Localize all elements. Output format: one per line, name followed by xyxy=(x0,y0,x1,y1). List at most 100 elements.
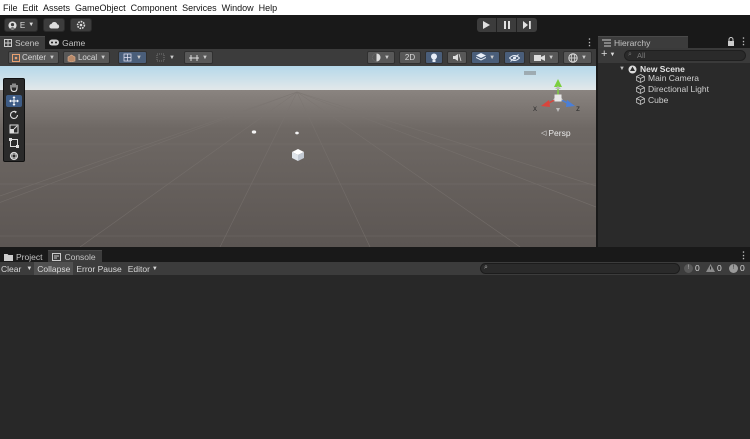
editor-target-dropdown[interactable]: Editor ▼ xyxy=(125,262,161,275)
transform-icon xyxy=(9,151,19,161)
tab-scene-label: Scene xyxy=(15,38,40,48)
gizmos-dropdown[interactable]: ▼ xyxy=(563,51,592,64)
hand-tool-button[interactable] xyxy=(6,81,22,93)
pivot-mode-label: Center xyxy=(22,53,47,62)
chevron-down-icon: ▼ xyxy=(201,54,208,61)
create-dropdown[interactable]: + ▼ xyxy=(601,49,615,60)
gizmo-x-label: x xyxy=(533,104,537,113)
scene-render xyxy=(0,66,596,247)
gameobject-cube-icon xyxy=(636,84,645,94)
draw-mode-dropdown[interactable]: ▼ xyxy=(366,51,395,64)
menu-edit[interactable]: Edit xyxy=(23,3,42,13)
menu-help[interactable]: Help xyxy=(259,3,281,13)
pause-button[interactable] xyxy=(497,18,517,32)
menu-gameobject[interactable]: GameObject xyxy=(75,3,129,13)
tab-game[interactable]: Game xyxy=(45,36,91,49)
hierarchy-panel: Hierarchy ⋮ + ▼ ⌕ All ▼ New Scene Main C… xyxy=(598,35,750,248)
rotate-icon xyxy=(9,110,19,119)
clear-label: Clear xyxy=(1,263,22,274)
tab-project-label: Project xyxy=(16,251,43,262)
chevron-down-icon: ▼ xyxy=(49,54,55,61)
list-icon xyxy=(602,39,611,47)
pivot-space-dropdown[interactable]: Local ▼ xyxy=(62,51,111,64)
increment-snap-button[interactable]: ▼ xyxy=(183,51,213,64)
hierarchy-search-input[interactable]: ⌕ All xyxy=(624,50,746,61)
chevron-down-icon: ▼ xyxy=(26,265,33,272)
audio-icon xyxy=(453,53,462,62)
clear-options-dropdown[interactable]: ▼ xyxy=(24,262,34,275)
toggle-2d-button[interactable]: 2D xyxy=(398,51,422,64)
play-icon xyxy=(483,21,490,29)
menu-services[interactable]: Services xyxy=(182,3,220,13)
hierarchy-item-cube[interactable]: Cube xyxy=(636,95,668,105)
collapse-toggle[interactable]: Collapse xyxy=(34,262,74,275)
step-icon xyxy=(523,21,531,29)
hierarchy-toolbar: + ▼ ⌕ All xyxy=(598,48,750,63)
log-count-toggle[interactable]: ! 0 xyxy=(684,263,700,273)
console-kebab-icon[interactable]: ⋮ xyxy=(739,250,748,260)
rect-transform-icon xyxy=(9,138,19,148)
gameobject-cube-icon xyxy=(636,73,645,83)
warning-count-toggle[interactable]: 0 xyxy=(706,263,722,273)
menu-assets[interactable]: Assets xyxy=(43,3,73,13)
hierarchy-item-main-camera[interactable]: Main Camera xyxy=(636,73,699,83)
snap-settings-button[interactable]: ▼ xyxy=(151,51,180,64)
scale-icon xyxy=(9,124,19,134)
snap-grid-icon xyxy=(156,53,165,62)
pivot-mode-dropdown[interactable]: Center ▼ xyxy=(8,51,59,64)
transform-tool-button[interactable] xyxy=(6,150,22,162)
grid-icon xyxy=(4,39,12,47)
account-dropdown[interactable]: E ▼ xyxy=(4,18,38,32)
scene-kebab-icon[interactable]: ⋮ xyxy=(585,37,594,47)
move-tool-button[interactable] xyxy=(6,95,22,107)
tab-scene[interactable]: Scene xyxy=(0,36,46,49)
expand-arrow-icon[interactable]: ▼ xyxy=(619,66,625,72)
rect-tool-button[interactable] xyxy=(6,137,22,149)
effects-dropdown[interactable]: ▼ xyxy=(471,51,501,64)
chevron-down-icon: ▼ xyxy=(136,54,142,61)
pivot-icon xyxy=(12,53,20,62)
pause-icon xyxy=(503,21,510,29)
console-log-area[interactable] xyxy=(0,275,750,439)
scene-viewport[interactable]: x z ◁ Persp xyxy=(0,66,596,247)
error-count-toggle[interactable]: ! 0 xyxy=(729,263,745,273)
error-count: 0 xyxy=(740,263,745,273)
clear-button[interactable]: Clear xyxy=(0,262,24,275)
menu-component[interactable]: Component xyxy=(131,3,181,13)
search-icon: ⌕ xyxy=(484,264,488,271)
info-icon: ! xyxy=(684,263,693,273)
error-pause-toggle[interactable]: Error Pause xyxy=(73,262,124,275)
tool-palette xyxy=(3,78,25,162)
scene-toolbar: Center ▼ Local ▼ ▼ ▼ ▼ ▼ 2D ▼ ▼ ▼ xyxy=(0,49,596,66)
gamepad-icon xyxy=(49,39,60,46)
play-button[interactable] xyxy=(477,18,497,32)
step-button[interactable] xyxy=(517,18,537,32)
chevron-down-icon: ▼ xyxy=(28,22,35,28)
gear-icon xyxy=(76,20,86,30)
projection-toggle[interactable]: ◁ Persp xyxy=(541,128,571,138)
account-icon xyxy=(8,20,17,30)
layers-icon xyxy=(476,53,487,61)
grid-snapping-button[interactable]: ▼ xyxy=(118,51,147,64)
hierarchy-item-label: Main Camera xyxy=(648,73,700,83)
console-search-input[interactable]: ⌕ xyxy=(480,263,680,274)
menu-bar: File Edit Assets GameObject Component Se… xyxy=(0,0,750,15)
scale-tool-button[interactable] xyxy=(6,123,22,135)
menu-file[interactable]: File xyxy=(3,3,21,13)
console-icon xyxy=(52,253,62,261)
settings-button[interactable] xyxy=(70,18,92,32)
rotate-tool-button[interactable] xyxy=(6,109,22,121)
gameobject-cube-icon xyxy=(636,95,645,105)
lighting-toggle-button[interactable] xyxy=(425,51,444,64)
hierarchy-item-label: Cube xyxy=(648,95,669,105)
hierarchy-kebab-icon[interactable]: ⋮ xyxy=(739,36,748,46)
scene-visibility-button[interactable] xyxy=(504,51,526,64)
lock-icon[interactable] xyxy=(727,37,735,48)
camera-settings-dropdown[interactable]: ▼ xyxy=(529,51,560,64)
cloud-button[interactable] xyxy=(43,18,65,32)
tab-console-label: Console xyxy=(64,252,96,262)
audio-toggle-button[interactable] xyxy=(447,51,468,64)
hierarchy-item-directional-light[interactable]: Directional Light xyxy=(636,84,709,94)
folder-icon xyxy=(4,253,13,261)
menu-window[interactable]: Window xyxy=(222,3,257,13)
